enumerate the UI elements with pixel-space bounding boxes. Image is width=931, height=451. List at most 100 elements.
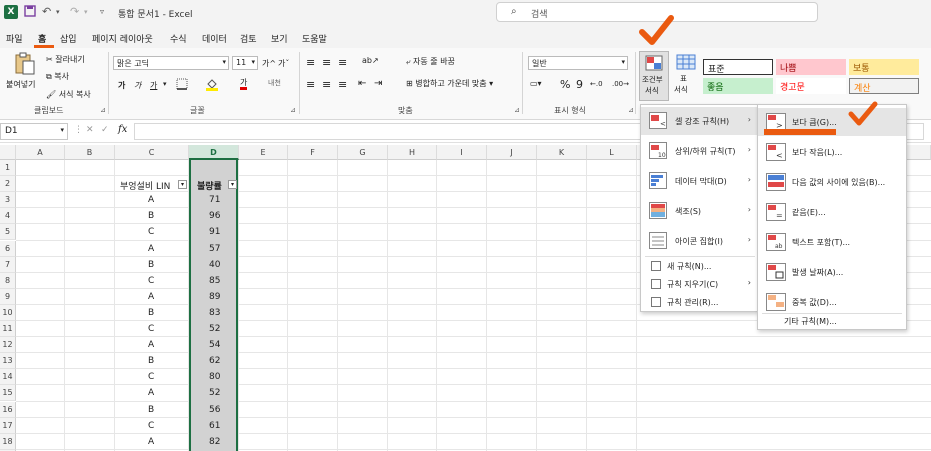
fill-color-icon[interactable] [205, 78, 219, 93]
cell-style-normal[interactable]: 표준 [703, 59, 773, 75]
increase-decimal-icon[interactable]: ←.0 [590, 80, 603, 88]
cell-defect-rate[interactable]: 52 [209, 388, 220, 398]
menu-item-less-than[interactable]: < 보다 작음(L)... [758, 138, 906, 166]
decrease-indent-icon[interactable]: ⇤ [358, 78, 366, 89]
column-header-h[interactable]: H [388, 145, 437, 160]
paste-button[interactable]: 붙여넣기 [6, 79, 35, 90]
menu-item-highlight-cells-rules[interactable]: < 셀 강조 규칙(H) › [641, 107, 757, 135]
column-header-b[interactable]: B [65, 145, 115, 160]
bold-button[interactable]: 가 [118, 80, 125, 91]
save-icon[interactable] [24, 5, 36, 20]
shrink-font-button[interactable]: 가ˇ [278, 58, 289, 69]
undo-icon[interactable]: ↶ [42, 5, 51, 18]
cell-defect-rate[interactable]: 40 [209, 260, 220, 270]
cell-defect-rate[interactable]: 91 [209, 227, 220, 237]
tab-data[interactable]: 데이터 [202, 32, 227, 45]
header-cell-c2[interactable]: 부엉설비 LIN [120, 179, 170, 192]
cell-defect-rate[interactable]: 96 [209, 211, 220, 221]
cell-line[interactable]: B [148, 260, 154, 270]
cell-defect-rate[interactable]: 83 [209, 308, 220, 318]
cell-line[interactable]: A [148, 437, 154, 447]
cell-line[interactable]: A [148, 195, 154, 205]
cell-style-warning[interactable]: 경고문 [776, 78, 846, 94]
row-header-15[interactable]: 15 [0, 385, 16, 402]
align-bottom-icon[interactable]: ≡ [338, 56, 347, 69]
number-launcher-icon[interactable]: ⊿ [628, 106, 634, 114]
cell-style-neutral[interactable]: 보통 [849, 59, 919, 75]
menu-item-color-scales[interactable]: 색조(S) › [641, 197, 757, 225]
cell-style-calculation[interactable]: 계산 [849, 78, 919, 94]
underline-dropdown-icon[interactable]: ▾ [163, 80, 167, 88]
row-header-7[interactable]: 7 [0, 256, 16, 273]
cell-defect-rate[interactable]: 52 [209, 324, 220, 334]
row-header-18[interactable]: 18 [0, 433, 16, 450]
cell-defect-rate[interactable]: 71 [209, 195, 220, 205]
decrease-decimal-icon[interactable]: .00→ [612, 80, 629, 88]
tab-view[interactable]: 보기 [271, 32, 288, 45]
align-middle-icon[interactable]: ≡ [322, 56, 331, 69]
tab-page-layout[interactable]: 페이지 레이아웃 [92, 32, 153, 45]
row-header-17[interactable]: 17 [0, 417, 16, 434]
italic-button[interactable]: 가 [134, 80, 141, 91]
cell-line[interactable]: C [148, 372, 154, 382]
filter-dropdown-c-icon[interactable]: ▾ [178, 180, 187, 190]
column-header-f[interactable]: F [288, 145, 338, 160]
row-header-12[interactable]: 12 [0, 337, 16, 354]
row-header-4[interactable]: 4 [0, 208, 16, 225]
cell-line[interactable]: B [148, 308, 154, 318]
cell-defect-rate[interactable]: 82 [209, 437, 220, 447]
clipboard-launcher-icon[interactable]: ⊿ [100, 106, 106, 114]
cancel-icon[interactable]: ✕ [86, 125, 94, 135]
cell-line[interactable]: B [148, 405, 154, 415]
menu-item-new-rule[interactable]: 새 규칙(N)... [641, 257, 757, 275]
orientation-icon[interactable]: ab↗ [362, 56, 379, 65]
align-center-icon[interactable]: ≡ [322, 78, 331, 91]
cell-line[interactable]: B [148, 211, 154, 221]
column-header-c[interactable]: C [115, 145, 189, 160]
column-header-e[interactable]: E [239, 145, 288, 160]
cell-defect-rate[interactable]: 61 [209, 421, 220, 431]
row-header-8[interactable]: 8 [0, 272, 16, 289]
undo-dropdown-icon[interactable]: ▾ [56, 8, 60, 16]
comma-style-button[interactable]: 9 [576, 78, 583, 91]
row-header-13[interactable]: 13 [0, 353, 16, 370]
column-header-k[interactable]: K [537, 145, 587, 160]
grow-font-button[interactable]: 가^ [262, 58, 276, 69]
menu-item-equal-to[interactable]: = 같음(E)... [758, 198, 906, 226]
cell-defect-rate[interactable]: 62 [209, 356, 220, 366]
enter-icon[interactable]: ✓ [101, 125, 109, 135]
insert-function-button[interactable]: fx [118, 124, 127, 135]
cell-line[interactable]: A [148, 292, 154, 302]
menu-item-date-occurring[interactable]: 발생 날짜(A)... [758, 258, 906, 286]
column-header-d[interactable]: D [189, 145, 239, 160]
cut-button[interactable]: ✂ 잘라내기 [46, 54, 85, 65]
row-header-2[interactable]: 2 [0, 176, 16, 193]
underline-button[interactable]: 가 [150, 80, 157, 91]
row-header-5[interactable]: 5 [0, 224, 16, 241]
menu-item-clear-rules[interactable]: 규칙 지우기(C) › [641, 275, 757, 293]
filter-dropdown-d-icon[interactable]: ▾ [228, 180, 237, 190]
cell-style-bad[interactable]: 나쁨 [776, 59, 846, 75]
align-right-icon[interactable]: ≡ [338, 78, 347, 91]
column-header-j[interactable]: J [487, 145, 537, 160]
menu-item-more-rules[interactable]: 기타 규칙(M)... [784, 316, 837, 327]
accounting-format-icon[interactable]: ▭▾ [530, 79, 542, 88]
select-all-corner[interactable] [0, 145, 16, 160]
align-top-icon[interactable]: ≡ [306, 56, 315, 69]
row-header-10[interactable]: 10 [0, 304, 16, 321]
tab-help[interactable]: 도움말 [302, 32, 327, 45]
number-format-select[interactable]: 일반 ▾ [528, 56, 628, 70]
cell-line[interactable]: C [148, 276, 154, 286]
menu-item-data-bars[interactable]: 데이터 막대(D) › [641, 167, 757, 195]
menu-item-duplicate-values[interactable]: 중복 값(D)... [758, 288, 906, 316]
cell-style-good[interactable]: 좋음 [703, 78, 773, 94]
cell-defect-rate[interactable]: 85 [209, 276, 220, 286]
cell-defect-rate[interactable]: 80 [209, 372, 220, 382]
tab-home[interactable]: 홈 [38, 32, 46, 45]
cell-line[interactable]: C [148, 227, 154, 237]
column-header-l[interactable]: L [587, 145, 637, 160]
percent-style-button[interactable]: % [560, 78, 570, 91]
cell-line[interactable]: A [148, 340, 154, 350]
redo-dropdown-icon[interactable]: ▾ [84, 8, 88, 16]
customize-toolbar-icon[interactable]: ▿ [100, 7, 104, 16]
